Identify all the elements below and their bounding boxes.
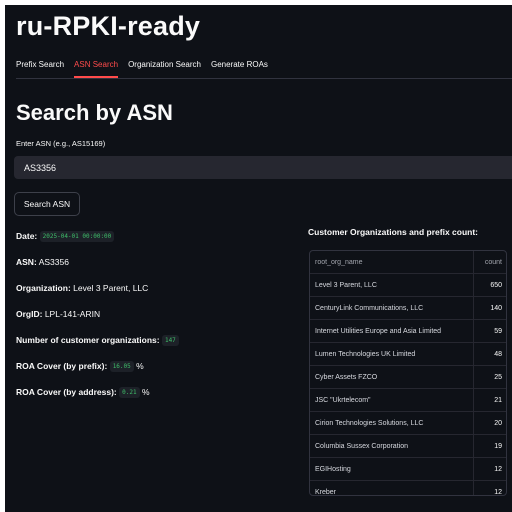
- table-row[interactable]: EGIHosting 12: [310, 458, 506, 481]
- table-cell-count: 21: [494, 396, 502, 404]
- organization-value: Level 3 Parent, LLC: [73, 283, 149, 293]
- roa-prefix-percent: %: [136, 361, 144, 371]
- roa-prefix-value: 16.05: [109, 361, 134, 372]
- tab-bar: Prefix Search ASN Search Organization Se…: [16, 60, 268, 78]
- roa-address-percent: %: [141, 387, 150, 397]
- organization-label: Organization:: [16, 283, 71, 293]
- table-row[interactable]: CenturyLink Communications, LLC 140: [310, 297, 506, 320]
- table-cell-name: Kreber: [310, 481, 474, 495]
- table-cell-count: 19: [494, 442, 502, 450]
- customers-value: 147: [161, 335, 179, 346]
- orgid-label: OrgID:: [16, 309, 43, 319]
- table-cell-name: Level 3 Parent, LLC: [310, 274, 474, 296]
- tab-organization-search[interactable]: Organization Search: [128, 60, 201, 78]
- asn-value: AS3356: [38, 257, 69, 267]
- roa-prefix-row: ROA Cover (by prefix): 16.05 %: [16, 361, 144, 372]
- table-row[interactable]: Kreber 12: [310, 481, 506, 496]
- organization-row: Organization: Level 3 Parent, LLC: [16, 283, 148, 293]
- table-row[interactable]: Lumen Technologies UK Limited 48: [310, 343, 506, 366]
- app-title: ru-RPKI-ready: [16, 11, 201, 41]
- table-row[interactable]: Cyber Assets FZCO 25: [310, 366, 506, 389]
- table-header-row: root_org_name count: [310, 251, 506, 274]
- table-row[interactable]: Level 3 Parent, LLC 650: [310, 274, 506, 297]
- tab-asn-search[interactable]: ASN Search: [74, 60, 119, 78]
- table-cell-name: Internet Utilities Europe and Asia Limit…: [310, 320, 474, 342]
- date-value: 2025-04-01 00:00:00: [39, 231, 115, 242]
- table-row[interactable]: Internet Utilities Europe and Asia Limit…: [310, 320, 506, 343]
- table-cell-count: 25: [494, 373, 502, 381]
- table-cell-name: Lumen Technologies UK Limited: [310, 343, 474, 365]
- customers-label: Number of customer organizations:: [16, 335, 160, 345]
- tab-generate-roas[interactable]: Generate ROAs: [211, 60, 268, 78]
- table-cell-count: 20: [494, 419, 502, 427]
- column-header-root-org-name[interactable]: root_org_name: [310, 251, 474, 273]
- customer-table-title: Customer Organizations and prefix count:: [308, 227, 479, 237]
- asn-input[interactable]: [14, 156, 512, 179]
- table-cell-name: CenturyLink Communications, LLC: [310, 297, 474, 319]
- table-cell-name: Cirion Technologies Solutions, LLC: [310, 412, 474, 434]
- orgid-value: LPL-141-ARIN: [44, 309, 101, 319]
- table-cell-name: Columbia Sussex Corporation: [310, 435, 474, 457]
- tab-divider: [16, 78, 512, 79]
- table-cell-name: EGIHosting: [310, 458, 474, 480]
- table-row[interactable]: JSC "Ukrtelecom" 21: [310, 389, 506, 412]
- table-cell-count: 12: [494, 465, 502, 473]
- roa-address-row: ROA Cover (by address): 0.21 %: [16, 387, 150, 398]
- table-cell-count: 140: [490, 304, 502, 312]
- table-cell-count: 12: [494, 488, 502, 496]
- tab-prefix-search[interactable]: Prefix Search: [16, 60, 64, 78]
- search-asn-button[interactable]: Search ASN: [14, 192, 80, 216]
- customer-table[interactable]: root_org_name count Level 3 Parent, LLC …: [309, 250, 507, 496]
- table-cell-count: 48: [494, 350, 502, 358]
- roa-address-label: ROA Cover (by address):: [16, 387, 117, 397]
- table-cell-count: 650: [490, 281, 502, 289]
- table-row[interactable]: Cirion Technologies Solutions, LLC 20: [310, 412, 506, 435]
- table-cell-name: Cyber Assets FZCO: [310, 366, 474, 388]
- asn-row: ASN: AS3356: [16, 257, 69, 267]
- orgid-row: OrgID: LPL-141-ARIN: [16, 309, 100, 319]
- app-window: ru-RPKI-ready Prefix Search ASN Search O…: [5, 5, 512, 512]
- asn-label: ASN:: [16, 257, 37, 267]
- column-header-count[interactable]: count: [474, 251, 506, 273]
- table-row[interactable]: Columbia Sussex Corporation 19: [310, 435, 506, 458]
- date-label: Date:: [16, 231, 38, 241]
- date-row: Date: 2025-04-01 00:00:00: [16, 231, 115, 242]
- table-cell-count: 59: [494, 327, 502, 335]
- customers-row: Number of customer organizations: 147: [16, 335, 179, 346]
- roa-prefix-label: ROA Cover (by prefix):: [16, 361, 108, 371]
- page-title: Search by ASN: [16, 100, 173, 125]
- asn-input-label: Enter ASN (e.g., AS15169): [16, 139, 106, 148]
- table-cell-name: JSC "Ukrtelecom": [310, 389, 474, 411]
- roa-address-value: 0.21: [119, 387, 140, 398]
